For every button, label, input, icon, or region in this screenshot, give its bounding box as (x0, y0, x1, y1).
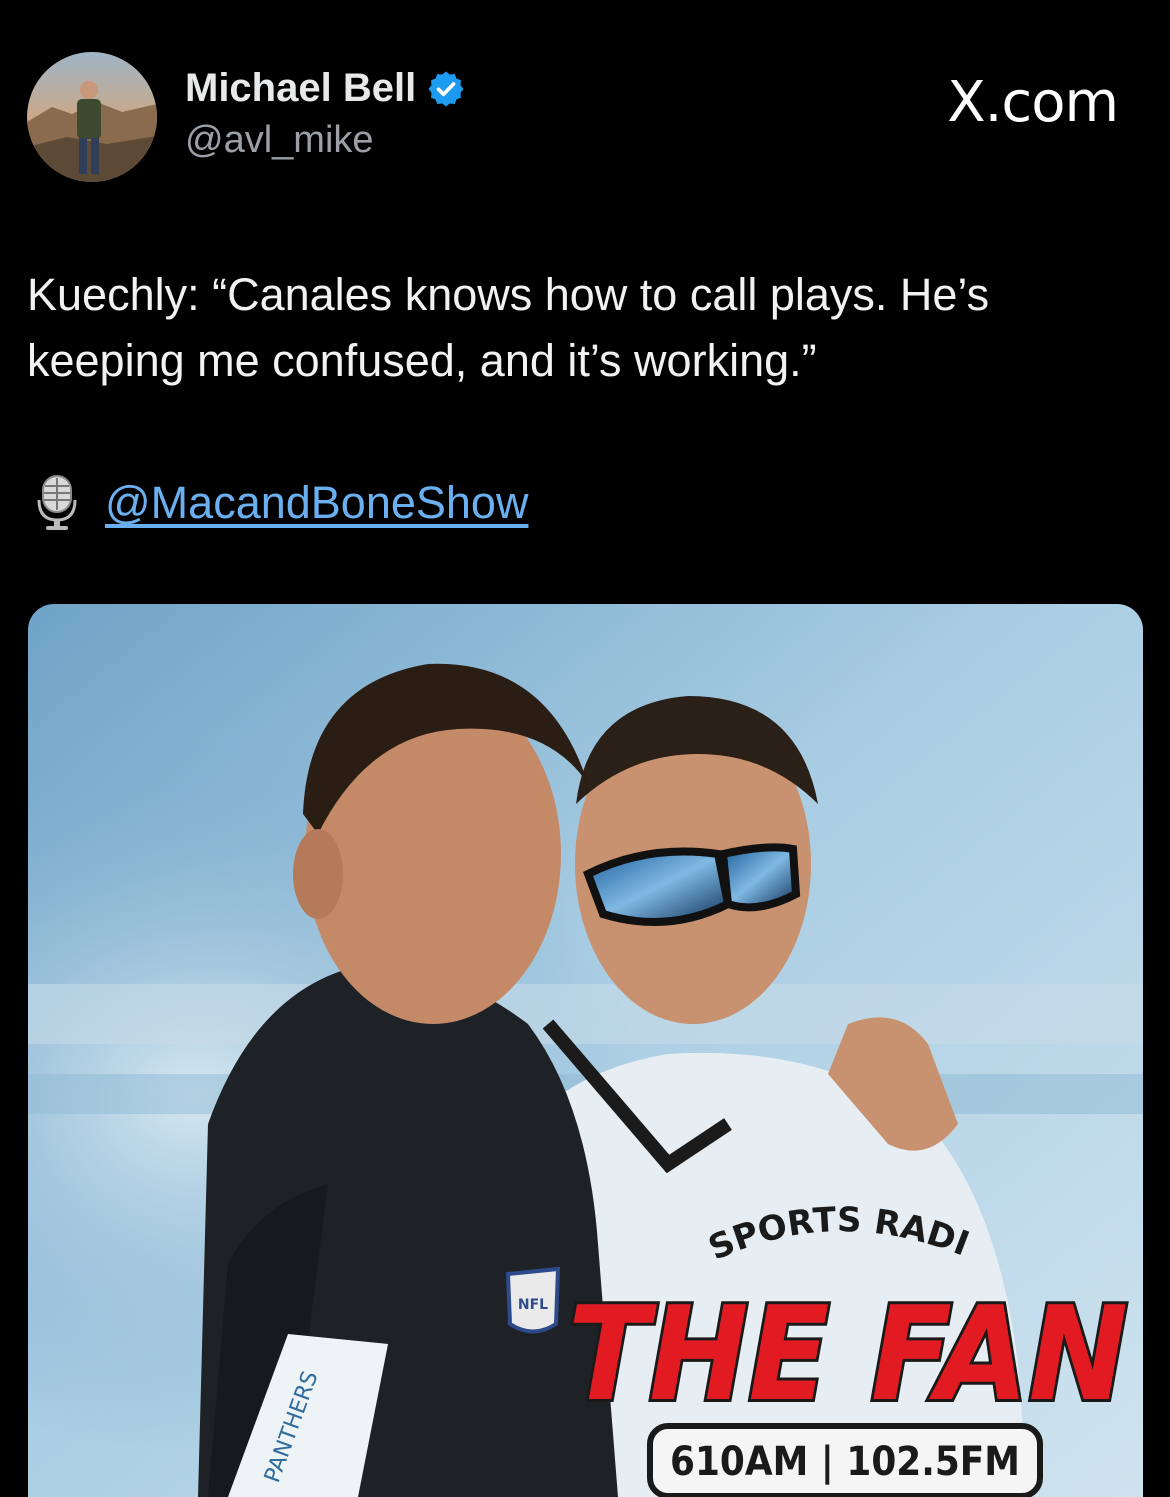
mention-row: @MacandBoneShow (35, 474, 528, 532)
author-name[interactable]: Michael Bell (185, 66, 416, 111)
author-name-row[interactable]: Michael Bell (185, 66, 466, 111)
site-brand: X.com (947, 70, 1119, 135)
logo-title: THE FAN (568, 1278, 1128, 1430)
mention-link[interactable]: @MacandBoneShow (105, 477, 528, 529)
nfl-badge-shield: NFL (505, 1266, 561, 1334)
tweet-text: Kuechly: “Canales knows how to call play… (27, 269, 990, 386)
tweet-media-image[interactable]: NFL PANTHERS SPORTS RADIO THE FAN 610AM … (28, 604, 1143, 1497)
media-photo: NFL PANTHERS SPORTS RADIO THE FAN 610AM … (28, 604, 1143, 1497)
verified-badge-icon (428, 71, 464, 106)
microphone-icon (37, 475, 77, 530)
logo-frequencies: 610AM | 102.5FM (670, 1439, 1020, 1486)
author-handle[interactable]: @avl_mike (185, 119, 374, 162)
avatar-photo (27, 52, 157, 182)
author-avatar[interactable] (27, 52, 157, 182)
badge-lettering: NFL (518, 1297, 548, 1313)
